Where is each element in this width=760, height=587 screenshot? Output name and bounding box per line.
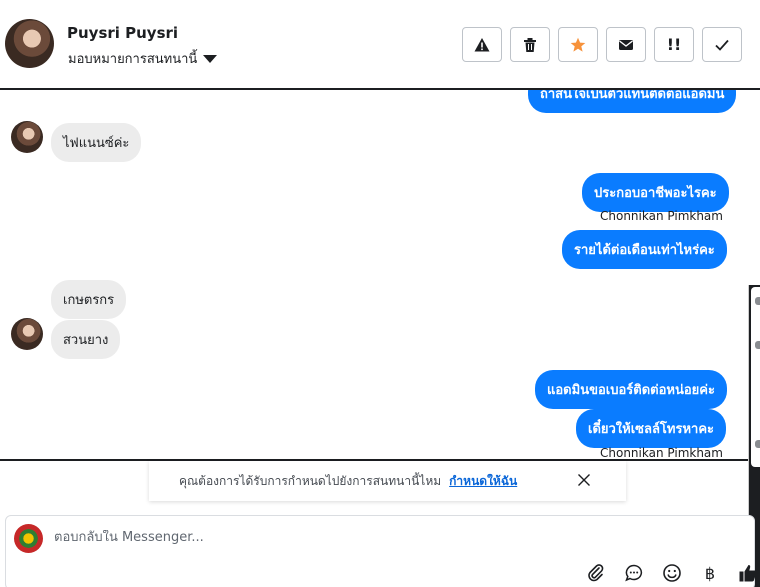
paperclip-icon — [588, 564, 604, 582]
message-incoming: เกษตรกร — [51, 280, 127, 319]
message-sender-name: Chonnikan Pimkham — [600, 446, 723, 459]
message-outgoing: แอดมินขอเบอร์ติดต่อหน่อยค่ะ — [535, 370, 727, 409]
check-icon — [715, 39, 729, 51]
attach-button[interactable] — [586, 563, 606, 583]
warning-icon — [474, 37, 490, 51]
composer-tools: ฿ — [586, 563, 758, 583]
side-avatar-icon — [755, 297, 760, 305]
reply-input[interactable] — [54, 530, 654, 545]
thumbs-up-icon — [739, 565, 757, 582]
emoji-button[interactable] — [662, 563, 682, 583]
follow-up-button[interactable]: !! — [654, 27, 694, 62]
assign-label: มอบหมายการสนทนานี้ — [68, 52, 198, 67]
mark-unread-button[interactable] — [606, 27, 646, 62]
contact-avatar[interactable] — [5, 19, 54, 68]
baht-icon: ฿ — [704, 563, 716, 583]
delete-button[interactable] — [510, 27, 550, 62]
contact-name[interactable]: Puysri Puysri — [67, 24, 178, 42]
conversation-header: Puysri Puysri มอบหมายการสนทนานี้ !! — [0, 0, 760, 90]
assign-dropdown[interactable]: มอบหมายการสนทนานี้ — [68, 48, 218, 69]
sender-avatar — [11, 121, 43, 153]
reply-composer: ฿ — [5, 515, 758, 587]
side-avatar-icon — [755, 440, 760, 448]
message-sender-name: Chonnikan Pimkham — [600, 209, 723, 223]
smiley-icon — [663, 564, 681, 582]
saved-replies-button[interactable] — [624, 563, 644, 583]
close-icon[interactable] — [577, 473, 591, 487]
side-avatar-icon — [755, 341, 760, 349]
page-avatar — [14, 524, 43, 553]
trash-icon — [524, 37, 536, 52]
assign-prompt: คุณต้องการได้รับการกำหนดไปยังการสนทนานี้… — [149, 461, 626, 501]
assign-prompt-text: คุณต้องการได้รับการกำหนดไปยังการสนทนานี้… — [179, 473, 442, 488]
double-exclamation-icon: !! — [666, 35, 682, 54]
sender-avatar — [11, 318, 43, 350]
envelope-icon — [619, 39, 633, 50]
message-incoming: สวนยาง — [51, 320, 121, 359]
message-outgoing: รายได้ต่อเดือนเท่าไหร่คะ — [562, 230, 727, 269]
message-outgoing: ถ้าสนใจเป็นตัวแทนติดต่อแอดมิน — [528, 90, 737, 113]
message-incoming: ไฟแนนซ์ค่ะ — [51, 123, 142, 162]
report-button[interactable] — [462, 27, 502, 62]
message-outgoing: เดี๋ยวให้เซลล์โทรหาคะ — [576, 409, 727, 448]
message-outgoing: ประกอบอาชีพอะไรคะ — [582, 173, 729, 212]
star-button[interactable] — [558, 27, 598, 62]
like-button[interactable] — [738, 563, 758, 583]
header-actions: !! — [462, 27, 742, 62]
star-icon — [570, 37, 586, 52]
assign-to-me-link[interactable]: กำหนดให้ฉัน — [449, 472, 517, 491]
message-thread[interactable]: ถ้าสนใจเป็นตัวแทนติดต่อแอดมิน ไฟแนนซ์ค่ะ… — [0, 90, 750, 459]
payment-button[interactable]: ฿ — [700, 563, 720, 583]
caret-down-icon — [203, 54, 218, 63]
mark-done-button[interactable] — [702, 27, 742, 62]
chat-bubble-icon — [625, 564, 643, 582]
